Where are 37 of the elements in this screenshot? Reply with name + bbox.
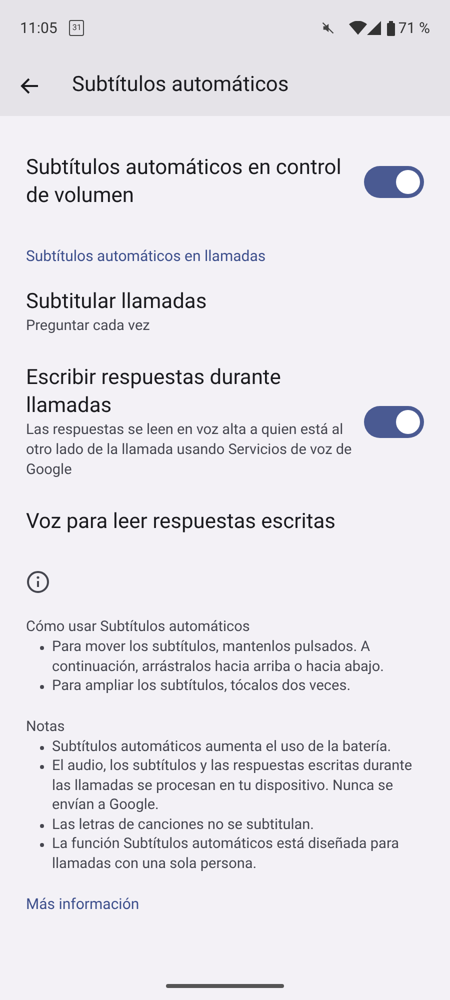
bullet-text: Las letras de canciones no se subtitulan. [52,814,314,834]
bullet-icon [40,646,44,650]
more-info-link[interactable]: Más información [26,893,140,916]
bullet-icon [40,824,44,828]
setting-row[interactable]: Voz para leer respuestas escritas [0,494,450,550]
setting-title: Voz para leer respuestas escritas [26,509,336,536]
status-time: 11:05 [20,18,58,39]
bullet-text: Subtítulos automáticos aumenta el uso de la batería. [52,736,392,756]
setting-row[interactable]: Subtítulos automáticos en control de volumen [0,140,450,224]
info-icon [26,570,50,594]
setting-summary: Preguntar cada vez [26,316,151,336]
setting-summary: Las respuestas se leen en voz alta a quien está al otro lado de la llamada usando Servicios de voz de Google [26,420,352,480]
toggle-switch[interactable] [364,406,424,438]
bullet-text: Para mover los subtítulos, mantenlos pulsados. A continuación, arrástralos hacia arriba o hacia abajo. [52,637,385,676]
wifi-icon [349,21,368,35]
mute-icon [321,21,336,35]
bullet-icon [40,685,44,689]
setting-title: Subtitular llamadas [26,289,208,316]
signal-icon [367,21,382,35]
battery-icon [387,20,396,36]
bullet-icon [40,746,44,750]
footer-heading: Notas [26,716,66,736]
footer-heading: Cómo usar Subtítulos automáticos [26,617,251,637]
bullet-text: Para ampliar los subtítulos, tócalos dos veces. [52,676,351,696]
setting-title: Subtítulos automáticos en control de volumen [26,155,342,210]
section-heading: Subtítulos automáticos en llamadas [26,247,266,265]
app-bar-title: Subtítulos automáticos [72,72,289,100]
setting-title: Escribir respuestas durante llamadas [26,365,282,420]
bullet-icon [40,765,44,769]
setting-row[interactable]: Escribir respuestas durante llamadas Las respuestas se leen en voz alta a quien está al otro lado de la llamada usando Servicios de voz de Google [0,350,450,494]
setting-row[interactable]: Subtitular llamadas Preguntar cada vez [0,274,450,350]
bullet-text: El audio, los subtítulos y las respuestas escritas durante las llamadas se procesan en tu dispositivo. Nunca se envían a Google. [52,756,414,814]
toggle-switch[interactable] [364,166,424,198]
bullet-text: La función Subtítulos automáticos está diseñada para llamadas con una sola persona. [52,834,400,873]
calendar-icon: 31 [69,20,84,36]
battery-percent: 71 % [398,18,430,39]
bullet-icon [40,843,44,847]
